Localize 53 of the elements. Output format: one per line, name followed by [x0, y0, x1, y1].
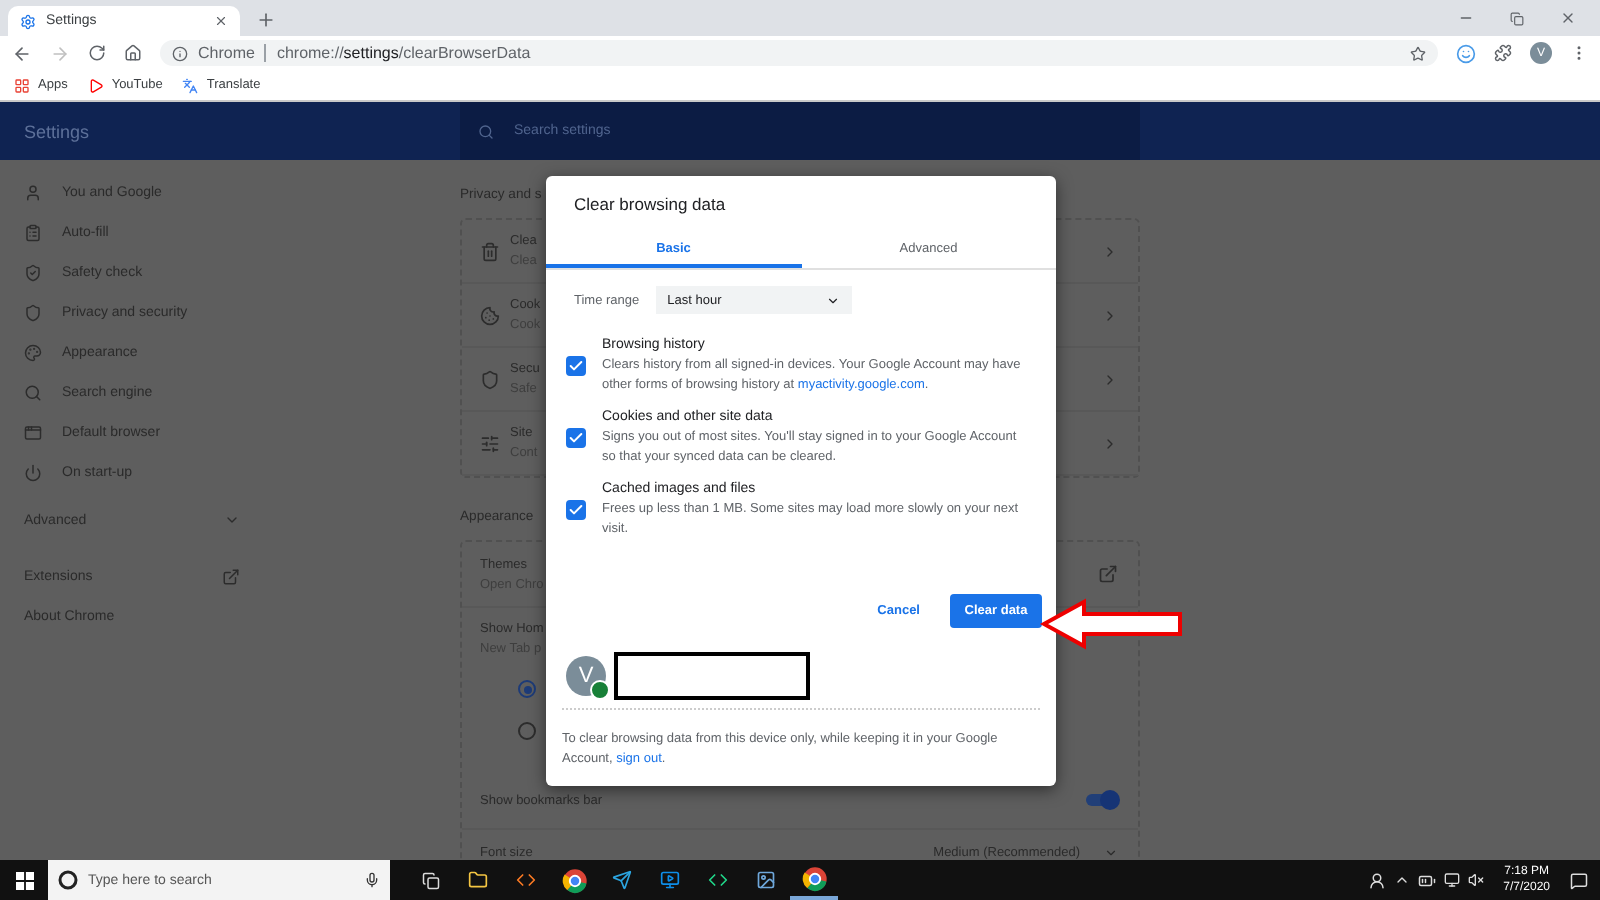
- sync-badge-icon: [590, 680, 610, 700]
- ring-icon: [58, 870, 78, 890]
- palette-icon: [24, 343, 42, 361]
- clipboard-icon: [24, 223, 42, 241]
- round-logo-icon[interactable]: [561, 867, 587, 893]
- star-icon[interactable]: [1410, 45, 1426, 61]
- round-logo-icon[interactable]: [801, 865, 827, 891]
- trash-icon: [480, 241, 500, 261]
- search-icon: [478, 123, 494, 139]
- account-avatar: V: [566, 656, 606, 696]
- url-text: chrome://settings/clearBrowserData: [276, 44, 531, 62]
- mic-icon[interactable]: [364, 872, 380, 888]
- home-icon[interactable]: [124, 44, 142, 62]
- grid-icon: [14, 77, 30, 93]
- puzzle-icon[interactable]: [1494, 44, 1512, 62]
- caret-icon: [1104, 845, 1118, 859]
- speaker-icon[interactable]: [1467, 872, 1484, 888]
- radio-button[interactable]: [518, 722, 536, 740]
- checkbox[interactable]: [566, 428, 586, 448]
- back-icon[interactable]: [12, 43, 32, 63]
- monitor-icon[interactable]: [1443, 872, 1460, 888]
- chevron-up-icon[interactable]: [1393, 872, 1410, 888]
- shield-icon: [480, 369, 500, 389]
- battery-icon[interactable]: [1417, 871, 1436, 889]
- gear-icon: [20, 13, 36, 29]
- shield-check-icon: [24, 263, 42, 281]
- checkbox[interactable]: [566, 356, 586, 376]
- radio-button[interactable]: [518, 680, 536, 698]
- checkbox[interactable]: [566, 500, 586, 520]
- power-icon: [24, 463, 42, 481]
- shield-icon: [24, 303, 42, 321]
- person-icon: [24, 183, 42, 201]
- translate-icon: [182, 77, 199, 93]
- close-icon[interactable]: [214, 14, 228, 28]
- dialog-title: Clear browsing data: [572, 192, 728, 218]
- window-icon: [24, 423, 42, 441]
- reload-icon[interactable]: [88, 44, 106, 62]
- address-bar[interactable]: Chrome chrome://settings/clearBrowserData: [160, 40, 1438, 66]
- restore-icon[interactable]: [1510, 11, 1524, 25]
- new-tab-icon[interactable]: [256, 10, 276, 30]
- notification-icon[interactable]: [1570, 871, 1588, 889]
- smiley-icon[interactable]: [1456, 43, 1476, 63]
- settings-title: Settings: [22, 121, 92, 141]
- site-label: Chrome: [198, 44, 255, 62]
- toggle-switch[interactable]: [1086, 794, 1118, 806]
- play-icon: [87, 77, 104, 93]
- caret-icon: [825, 293, 840, 307]
- sliders-icon: [480, 433, 500, 453]
- person-icon[interactable]: [1367, 871, 1386, 889]
- search-icon: [24, 383, 42, 401]
- cookie-icon: [480, 305, 500, 325]
- close-icon[interactable]: [1560, 10, 1576, 26]
- site-info-icon[interactable]: [172, 45, 188, 61]
